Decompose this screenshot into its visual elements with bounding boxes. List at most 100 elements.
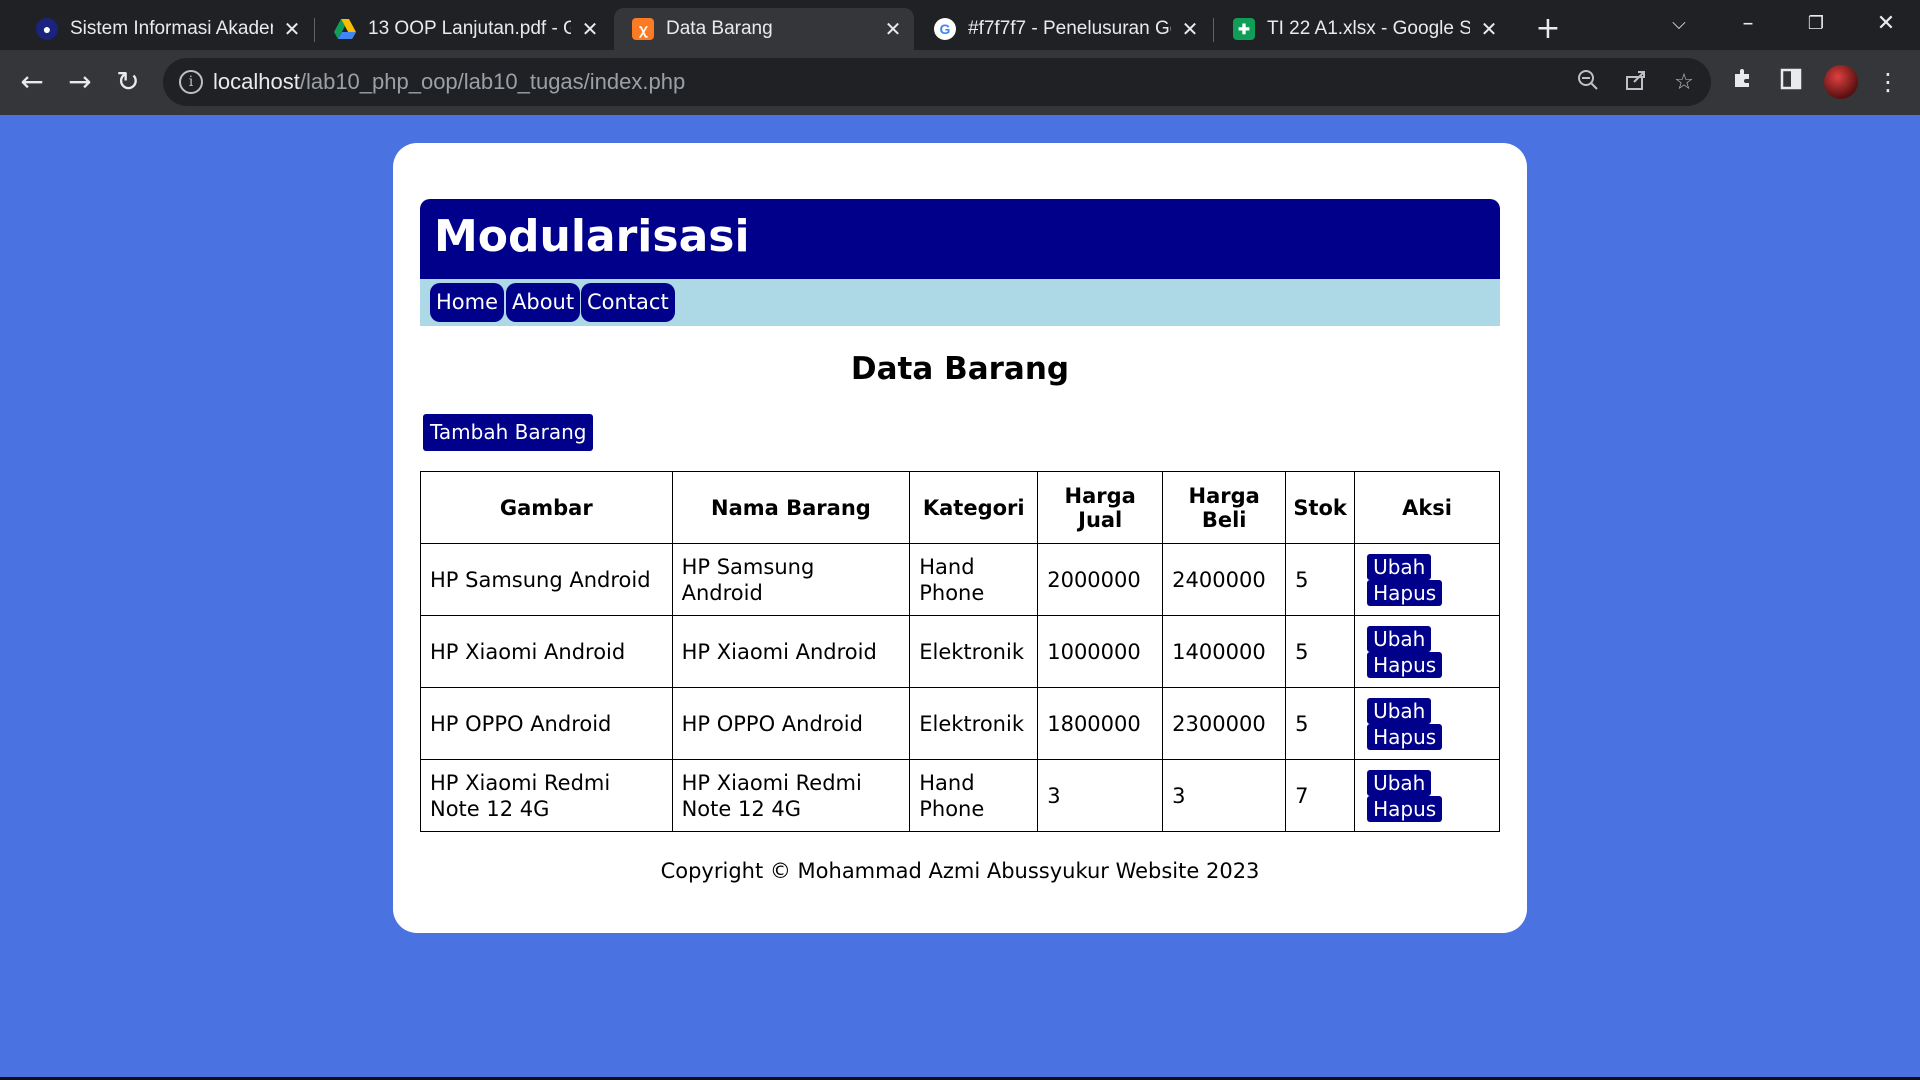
- tab-title: TI 22 A1.xlsx - Google Sheets: [1267, 18, 1470, 39]
- close-window-button[interactable]: ✕: [1858, 8, 1914, 40]
- close-tab-icon[interactable]: ✕: [579, 17, 601, 42]
- forward-arrow-icon[interactable]: →: [60, 62, 100, 102]
- image-alt-text: HP Xiaomi Redmi Note 12 4G: [430, 770, 611, 821]
- site-title: Modularisasi: [434, 211, 750, 262]
- bookmark-star-icon[interactable]: ☆: [1669, 68, 1699, 98]
- image-alt-text: HP Samsung Android: [430, 567, 651, 592]
- stock-cell: 5: [1285, 615, 1356, 688]
- google-sheets-icon: ✚: [1233, 18, 1255, 40]
- tab-data-barang[interactable]: ꭓ Data Barang ✕: [614, 8, 914, 50]
- column-header: Harga Jual: [1037, 471, 1164, 544]
- share-icon[interactable]: [1621, 68, 1651, 98]
- close-tab-icon[interactable]: ✕: [1478, 17, 1500, 42]
- image-alt-text: HP OPPO Android: [430, 711, 612, 736]
- tab-sistem-informasi[interactable]: ● Sistem Informasi Akademik ✕: [18, 8, 313, 50]
- image-cell: HP Xiaomi Android: [420, 615, 673, 688]
- back-arrow-icon[interactable]: ←: [12, 62, 52, 102]
- nav-about-link[interactable]: About: [506, 283, 581, 322]
- column-header: Kategori: [909, 471, 1039, 544]
- browser-chrome: ● Sistem Informasi Akademik ✕ 13 OOP Lan…: [0, 0, 1920, 115]
- site-nav: Home About Contact: [420, 279, 1500, 326]
- side-panel-icon[interactable]: [1771, 62, 1811, 102]
- name-cell: HP Samsung Android: [671, 543, 911, 616]
- add-item-button[interactable]: Tambah Barang: [423, 414, 594, 451]
- buy-price-cell: 3: [1162, 759, 1287, 832]
- minimize-button[interactable]: –: [1720, 8, 1776, 40]
- sell-price-cell: 1800000: [1037, 687, 1164, 760]
- extensions-puzzle-icon[interactable]: [1723, 62, 1763, 102]
- delete-button[interactable]: Hapus: [1367, 795, 1443, 822]
- table-row: HP Xiaomi Android HP Xiaomi Android Elek…: [420, 615, 1500, 688]
- items-table: Gambar Nama Barang Kategori Harga Jual H…: [420, 471, 1500, 832]
- category-cell: Hand Phone: [909, 543, 1039, 616]
- image-cell: HP Samsung Android: [420, 543, 673, 616]
- stock-cell: 5: [1285, 543, 1356, 616]
- tab-title: Data Barang: [666, 18, 773, 39]
- tab-separator: [1213, 18, 1214, 42]
- tab-google-drive[interactable]: 13 OOP Lanjutan.pdf - Google Drive ✕: [316, 8, 611, 50]
- delete-button[interactable]: Hapus: [1367, 579, 1443, 606]
- edit-button[interactable]: Ubah: [1367, 697, 1432, 724]
- table-row: HP Xiaomi Redmi Note 12 4G HP Xiaomi Red…: [420, 759, 1500, 832]
- tab-google-sheets[interactable]: ✚ TI 22 A1.xlsx - Google Sheets ✕: [1215, 8, 1510, 50]
- site-footer: Copyright © Mohammad Azmi Abussyukur Web…: [660, 859, 1260, 883]
- url-host: localhost: [213, 69, 300, 94]
- sell-price-cell: 3: [1037, 759, 1164, 832]
- column-header: Stok: [1285, 471, 1356, 544]
- tab-google-search[interactable]: G #f7f7f7 - Penelusuran Google ✕: [916, 8, 1211, 50]
- address-bar[interactable]: i localhost/lab10_php_oop/lab10_tugas/in…: [163, 58, 1711, 106]
- zoom-icon[interactable]: [1573, 68, 1603, 98]
- tab-strip: ● Sistem Informasi Akademik ✕ 13 OOP Lan…: [0, 0, 1920, 50]
- stock-cell: 5: [1285, 687, 1356, 760]
- table-row: HP Samsung Android HP Samsung Android Ha…: [420, 543, 1500, 616]
- name-cell: HP OPPO Android: [671, 687, 911, 760]
- column-header: Aksi: [1354, 471, 1500, 544]
- action-cell: Ubah Hapus: [1354, 615, 1500, 688]
- edit-button[interactable]: Ubah: [1367, 769, 1432, 796]
- tab-separator: [314, 18, 315, 42]
- academic-logo-icon: ●: [36, 18, 58, 40]
- google-icon: G: [934, 18, 956, 40]
- category-cell: Elektronik: [909, 615, 1039, 688]
- table-row: HP OPPO Android HP OPPO Android Elektron…: [420, 687, 1500, 760]
- sell-price-cell: 1000000: [1037, 615, 1164, 688]
- reload-icon[interactable]: ↻: [108, 62, 148, 102]
- column-header: Harga Beli: [1162, 471, 1287, 544]
- menu-kebab-icon[interactable]: ⋮: [1868, 62, 1908, 102]
- name-cell: HP Xiaomi Redmi Note 12 4G: [671, 759, 911, 832]
- google-drive-icon: [334, 18, 356, 40]
- url-path: /lab10_php_oop/lab10_tugas/index.php: [299, 69, 686, 94]
- image-alt-text: HP Xiaomi Android: [430, 639, 626, 664]
- close-tab-icon[interactable]: ✕: [882, 17, 904, 42]
- restore-button[interactable]: ❐: [1788, 8, 1844, 40]
- new-tab-button[interactable]: +: [1528, 12, 1568, 46]
- buy-price-cell: 1400000: [1162, 615, 1287, 688]
- browser-toolbar: ← → ↻ i localhost/lab10_php_oop/lab10_tu…: [0, 50, 1920, 115]
- sell-price-cell: 2000000: [1037, 543, 1164, 616]
- tab-search-chevron-icon[interactable]: ⌵: [1651, 8, 1707, 40]
- nav-home-link[interactable]: Home: [430, 283, 505, 322]
- name-cell: HP Xiaomi Android: [671, 615, 911, 688]
- nav-contact-link[interactable]: Contact: [581, 283, 675, 322]
- site-header: Modularisasi: [420, 199, 1500, 279]
- image-cell: HP OPPO Android: [420, 687, 673, 760]
- action-cell: Ubah Hapus: [1354, 759, 1500, 832]
- tab-title: Sistem Informasi Akademik: [70, 18, 273, 39]
- column-header: Nama Barang: [671, 471, 911, 544]
- action-cell: Ubah Hapus: [1354, 543, 1500, 616]
- close-tab-icon[interactable]: ✕: [281, 17, 303, 42]
- buy-price-cell: 2400000: [1162, 543, 1287, 616]
- edit-button[interactable]: Ubah: [1367, 553, 1432, 580]
- url-text[interactable]: localhost/lab10_php_oop/lab10_tugas/inde…: [213, 69, 685, 95]
- profile-avatar[interactable]: [1824, 65, 1858, 99]
- delete-button[interactable]: Hapus: [1367, 651, 1443, 678]
- close-tab-icon[interactable]: ✕: [1179, 17, 1201, 42]
- xampp-icon: ꭓ: [632, 18, 654, 40]
- page-title: Data Barang: [850, 351, 1070, 387]
- delete-button[interactable]: Hapus: [1367, 723, 1443, 750]
- page-container: Modularisasi Home About Contact Data Bar…: [393, 143, 1527, 933]
- edit-button[interactable]: Ubah: [1367, 625, 1432, 652]
- site-info-icon[interactable]: i: [179, 70, 203, 94]
- category-cell: Elektronik: [909, 687, 1039, 760]
- action-cell: Ubah Hapus: [1354, 687, 1500, 760]
